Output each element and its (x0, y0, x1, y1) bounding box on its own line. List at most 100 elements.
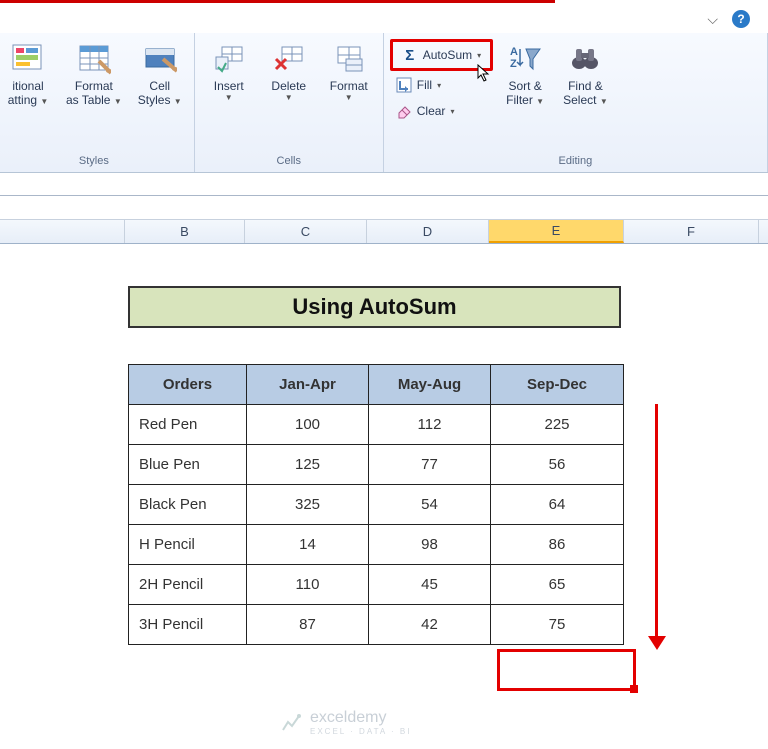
sort-filter-label-2: Filter (506, 93, 533, 107)
fill-label: Fill (417, 78, 432, 92)
table-header[interactable]: May-Aug (369, 365, 491, 405)
delete-button[interactable]: Delete ▼ (261, 37, 317, 107)
table-cell[interactable]: 100 (247, 405, 369, 445)
column-header[interactable]: F (624, 220, 759, 243)
ribbon-group-label-cells: Cells (201, 153, 377, 170)
table-cell[interactable]: 54 (369, 485, 491, 525)
table-cell[interactable]: Black Pen (129, 485, 247, 525)
chevron-down-icon: ▼ (225, 93, 233, 103)
title-merged-cell[interactable]: Using AutoSum (128, 286, 621, 328)
annotation-selection-box (497, 649, 636, 691)
grid-body[interactable]: Using AutoSum Orders Jan-Apr May-Aug Sep… (0, 244, 768, 749)
chevron-down-icon: ▼ (345, 93, 353, 103)
selection-handle (630, 685, 638, 693)
clear-label: Clear (417, 104, 446, 118)
chevron-down-icon: ▼ (285, 93, 293, 103)
chevron-down-icon: ▼ (536, 97, 544, 106)
cell-styles-button[interactable]: Cell Styles ▼ (132, 37, 188, 112)
formula-bar[interactable] (0, 196, 768, 220)
ribbon-group-styles: itional atting ▼ Format as Table ▼ Cell … (0, 33, 195, 172)
column-header-selected[interactable]: E (489, 220, 624, 243)
format-button[interactable]: Format ▼ (321, 37, 377, 107)
table-cell[interactable]: 87 (247, 605, 369, 645)
chevron-down-icon: ▼ (114, 97, 122, 106)
watermark: exceldemy EXCEL · DATA · BI (280, 709, 411, 736)
table-cell[interactable]: 325 (247, 485, 369, 525)
table-cell[interactable]: 65 (491, 565, 624, 605)
table-row: Black Pen3255464 (129, 485, 624, 525)
find-select-label-1: Find & (568, 79, 603, 93)
watermark-sub: EXCEL · DATA · BI (310, 727, 411, 736)
binoculars-icon (568, 41, 602, 75)
clear-button[interactable]: Clear ▾ (390, 99, 493, 123)
table-cell[interactable]: 56 (491, 445, 624, 485)
insert-cells-icon (212, 41, 246, 75)
autosum-button[interactable]: Σ AutoSum ▾ (396, 42, 487, 68)
column-header[interactable]: C (245, 220, 367, 243)
chevron-down-icon: ▾ (450, 107, 454, 116)
column-header[interactable] (0, 220, 125, 243)
sigma-icon: Σ (402, 47, 418, 63)
conditional-formatting-label-2: atting (8, 93, 37, 107)
cell-styles-icon (143, 41, 177, 75)
table-header-row: Orders Jan-Apr May-Aug Sep-Dec (129, 365, 624, 405)
table-cell[interactable]: 42 (369, 605, 491, 645)
watermark-brand: exceldemy (310, 709, 386, 726)
svg-text:Z: Z (510, 58, 517, 70)
column-headers: B C D E F (0, 220, 768, 244)
delete-cells-icon (272, 41, 306, 75)
table-cell[interactable]: Red Pen (129, 405, 247, 445)
format-as-table-button[interactable]: Format as Table ▼ (60, 37, 128, 112)
insert-label: Insert (214, 79, 244, 93)
chevron-down-icon: ▾ (437, 81, 441, 90)
table-cell[interactable]: 112 (369, 405, 491, 445)
ribbon-collapse-icon[interactable]: ⌵ (707, 11, 718, 28)
ribbon-group-label-styles: Styles (0, 153, 188, 170)
conditional-formatting-icon (11, 41, 45, 75)
chevron-down-icon: ▾ (477, 51, 481, 60)
annotation-arrow-line (655, 404, 658, 639)
ribbon-group-editing: Σ AutoSum ▾ Fill ▾ (384, 33, 768, 172)
table-cell[interactable]: 225 (491, 405, 624, 445)
table-row: 3H Pencil874275 (129, 605, 624, 645)
table-cell[interactable]: H Pencil (129, 525, 247, 565)
cell-styles-label-1: Cell (149, 79, 170, 93)
table-cell[interactable]: 2H Pencil (129, 565, 247, 605)
column-header[interactable]: D (367, 220, 489, 243)
table-header[interactable]: Orders (129, 365, 247, 405)
table-cell[interactable]: 3H Pencil (129, 605, 247, 645)
insert-button[interactable]: Insert ▼ (201, 37, 257, 107)
table-cell[interactable]: 75 (491, 605, 624, 645)
table-header[interactable]: Sep-Dec (491, 365, 624, 405)
chevron-down-icon: ▼ (174, 97, 182, 106)
sort-filter-button[interactable]: AZ Sort & Filter ▼ (497, 37, 553, 112)
window-accent-bar (0, 0, 555, 3)
table-row: 2H Pencil1104565 (129, 565, 624, 605)
spreadsheet-area: B C D E F Using AutoSum Orders Jan-Apr M… (0, 195, 768, 749)
find-select-button[interactable]: Find & Select ▼ (557, 37, 614, 112)
cell-styles-label-2: Styles (138, 93, 171, 107)
exceldemy-logo-icon (280, 712, 302, 734)
mouse-cursor-icon (476, 64, 492, 82)
table-cell[interactable]: 86 (491, 525, 624, 565)
table-cell[interactable]: 14 (247, 525, 369, 565)
table-cell[interactable]: 125 (247, 445, 369, 485)
conditional-formatting-button[interactable]: itional atting ▼ (0, 37, 56, 112)
help-icon[interactable]: ? (732, 10, 750, 28)
column-header[interactable]: B (125, 220, 245, 243)
sort-filter-label-1: Sort & (508, 79, 541, 93)
titlebar-controls: ⌵ ? (707, 10, 750, 28)
svg-text:A: A (510, 46, 518, 58)
table-cell[interactable]: 98 (369, 525, 491, 565)
table-cell[interactable]: 110 (247, 565, 369, 605)
format-cells-icon (332, 41, 366, 75)
annotation-arrow-head (648, 636, 666, 650)
table-cell[interactable]: Blue Pen (129, 445, 247, 485)
autosum-highlight: Σ AutoSum ▾ (390, 39, 493, 71)
table-cell[interactable]: 64 (491, 485, 624, 525)
format-as-table-icon (77, 41, 111, 75)
table-cell[interactable]: 45 (369, 565, 491, 605)
format-label: Format (330, 79, 368, 93)
table-header[interactable]: Jan-Apr (247, 365, 369, 405)
table-cell[interactable]: 77 (369, 445, 491, 485)
